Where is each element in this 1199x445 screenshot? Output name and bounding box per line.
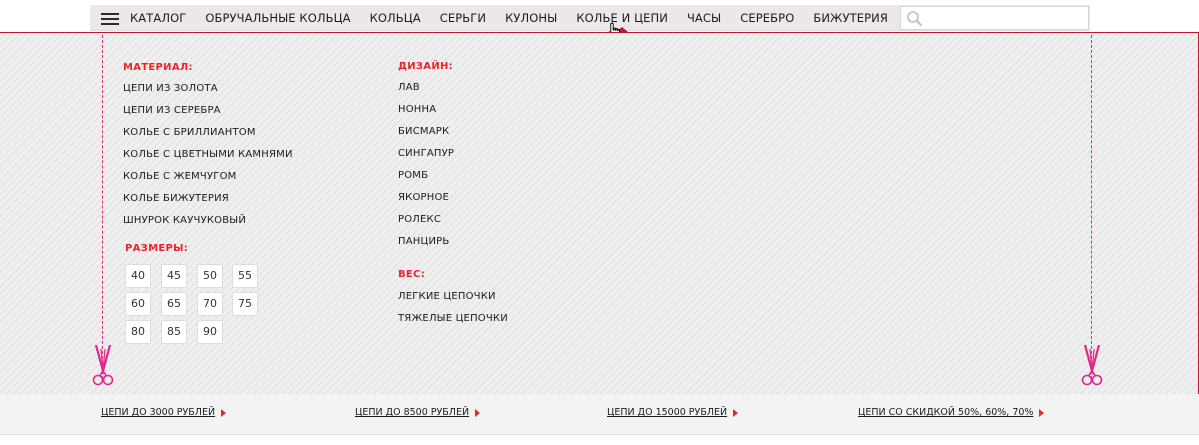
scissors-icon: [92, 345, 114, 386]
scissors-icon: [1081, 345, 1103, 386]
mega-menu-panel: МАТЕРИАЛ: ЦЕПИ ИЗ ЗОЛОТА ЦЕПИ ИЗ СЕРЕБРА…: [0, 32, 1199, 394]
size-option[interactable]: 45: [161, 264, 187, 288]
weight-item-heavy[interactable]: ТЯЖЕЛЫЕ ЦЕПОЧКИ: [398, 312, 508, 334]
size-option[interactable]: 85: [161, 320, 187, 344]
size-option[interactable]: 60: [125, 292, 151, 316]
material-item-diamond-necklace[interactable]: КОЛЬЕ С БРИЛЛИАНТОМ: [123, 126, 293, 148]
size-option[interactable]: 40: [125, 264, 151, 288]
nav-items: КАТАЛОГ ОБРУЧАЛЬНЫЕ КОЛЬЦА КОЛЬЦА СЕРЬГИ…: [130, 5, 907, 32]
design-item-roleks[interactable]: РОЛЕКС: [398, 213, 454, 235]
weight-item-light[interactable]: ЛЕГКИЕ ЦЕПОЧКИ: [398, 290, 508, 312]
size-option[interactable]: 75: [232, 292, 258, 316]
material-item-gold-chains[interactable]: ЦЕПИ ИЗ ЗОЛОТА: [123, 82, 293, 104]
design-item-singapur[interactable]: СИНГАПУР: [398, 147, 454, 169]
sizes-heading: РАЗМЕРЫ:: [125, 243, 189, 254]
size-option[interactable]: 90: [197, 320, 223, 344]
nav-item-watches[interactable]: ЧАСЫ: [687, 5, 721, 31]
search-input[interactable]: [927, 9, 1085, 27]
design-item-romb[interactable]: РОМБ: [398, 169, 454, 191]
main-navigation: КАТАЛОГ ОБРУЧАЛЬНЫЕ КОЛЬЦА КОЛЬЦА СЕРЬГИ…: [90, 5, 1090, 32]
arrow-right-icon: [221, 408, 227, 417]
promo-bar: ЦЕПИ ДО 3000 РУБЛЕЙ ЦЕПИ ДО 8500 РУБЛЕЙ …: [0, 394, 1199, 435]
material-item-pearls[interactable]: КОЛЬЕ С ЖЕМЧУГОМ: [123, 170, 293, 192]
promo-link-label: ЦЕПИ СО СКИДКОЙ 50%, 60%, 70%: [858, 407, 1034, 418]
arrow-right-icon: [733, 408, 739, 417]
promo-link-label: ЦЕПИ ДО 3000 РУБЛЕЙ: [101, 407, 216, 418]
search-box: [900, 6, 1089, 30]
arrow-right-icon: [475, 408, 481, 417]
left-cut-line: [102, 35, 103, 379]
right-cut-line: [1091, 35, 1092, 379]
promo-link-discount[interactable]: ЦЕПИ СО СКИДКОЙ 50%, 60%, 70%: [858, 407, 1045, 418]
material-item-bijouterie[interactable]: КОЛЬЕ БИЖУТЕРИЯ: [123, 192, 293, 214]
promo-link-label: ЦЕПИ ДО 15000 РУБЛЕЙ: [607, 407, 728, 418]
nav-item-necklaces-chains[interactable]: КОЛЬЕ И ЦЕПИ: [576, 5, 668, 32]
design-item-yakornoe[interactable]: ЯКОРНОЕ: [398, 191, 454, 213]
material-item-silver-chains[interactable]: ЦЕПИ ИЗ СЕРЕБРА: [123, 104, 293, 126]
design-item-pantsir[interactable]: ПАНЦИРЬ: [398, 235, 454, 257]
design-item-lav[interactable]: ЛАВ: [398, 81, 454, 103]
material-list: ЦЕПИ ИЗ ЗОЛОТА ЦЕПИ ИЗ СЕРЕБРА КОЛЬЕ С Б…: [123, 82, 293, 236]
promo-link-15000[interactable]: ЦЕПИ ДО 15000 РУБЛЕЙ: [607, 407, 739, 418]
design-list: ЛАВ НОННА БИСМАРК СИНГАПУР РОМБ ЯКОРНОЕ …: [398, 81, 454, 257]
size-option[interactable]: 80: [125, 320, 151, 344]
nav-item-catalog[interactable]: КАТАЛОГ: [130, 5, 186, 31]
menu-hamburger-icon[interactable]: [101, 13, 119, 25]
weight-heading: ВЕС:: [398, 269, 425, 280]
nav-item-earrings[interactable]: СЕРЬГИ: [440, 5, 486, 31]
design-item-bismark[interactable]: БИСМАРК: [398, 125, 454, 147]
material-item-colored-stones[interactable]: КОЛЬЕ С ЦВЕТНЫМИ КАМНЯМИ: [123, 148, 293, 170]
weight-list: ЛЕГКИЕ ЦЕПОЧКИ ТЯЖЕЛЫЕ ЦЕПОЧКИ: [398, 290, 508, 334]
nav-item-wedding-rings[interactable]: ОБРУЧАЛЬНЫЕ КОЛЬЦА: [205, 5, 350, 31]
size-option[interactable]: 50: [197, 264, 223, 288]
material-heading: МАТЕРИАЛ:: [123, 62, 193, 73]
arrow-right-icon: [1039, 408, 1045, 417]
nav-item-rings[interactable]: КОЛЬЦА: [370, 5, 421, 31]
design-heading: ДИЗАЙН:: [398, 61, 453, 72]
material-item-rubber-cord[interactable]: ШНУРОК КАУЧУКОВЫЙ: [123, 214, 293, 236]
size-option[interactable]: 65: [161, 292, 187, 316]
promo-link-8500[interactable]: ЦЕПИ ДО 8500 РУБЛЕЙ: [355, 407, 481, 418]
design-item-nonna[interactable]: НОННА: [398, 103, 454, 125]
nav-item-bijouterie[interactable]: БИЖУТЕРИЯ: [813, 5, 888, 31]
size-option[interactable]: 55: [232, 264, 258, 288]
search-icon[interactable]: [906, 10, 924, 28]
promo-link-3000[interactable]: ЦЕПИ ДО 3000 РУБЛЕЙ: [101, 407, 227, 418]
size-option[interactable]: 70: [197, 292, 223, 316]
nav-item-pendants[interactable]: КУЛОНЫ: [505, 5, 557, 31]
nav-item-silver[interactable]: СЕРЕБРО: [740, 5, 794, 31]
promo-link-label: ЦЕПИ ДО 8500 РУБЛЕЙ: [355, 407, 470, 418]
